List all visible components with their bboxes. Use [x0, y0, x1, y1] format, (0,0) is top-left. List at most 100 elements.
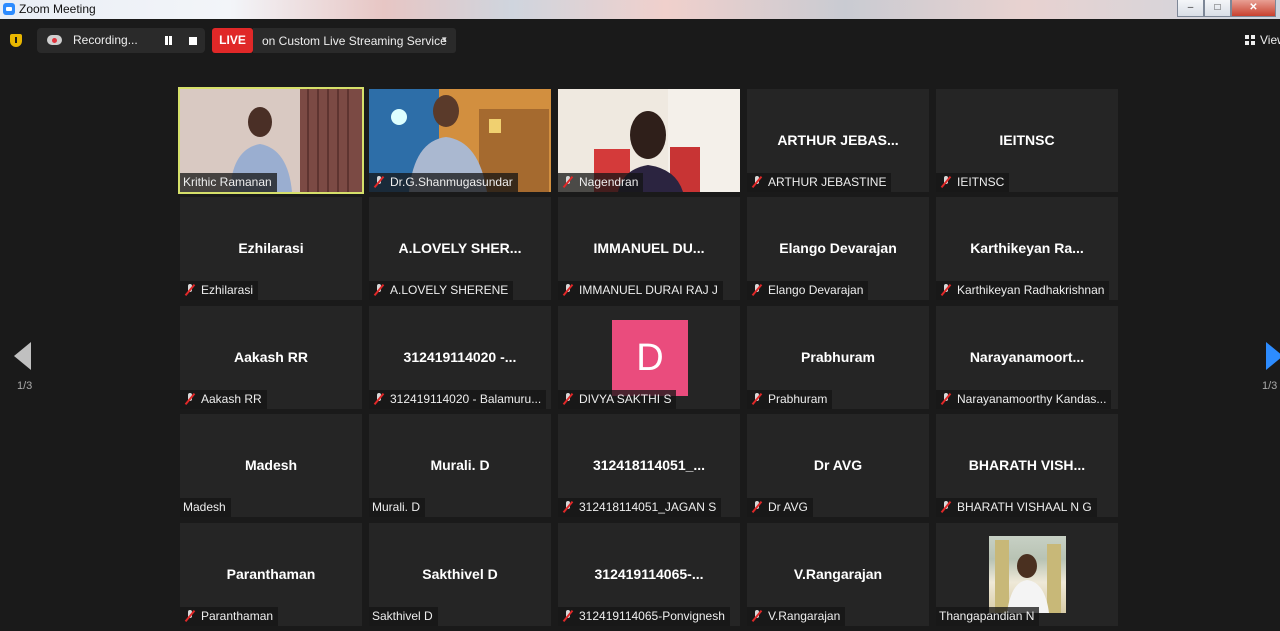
participant-tile[interactable]: Dr AVG Dr AVG — [747, 414, 929, 517]
chevron-right-icon[interactable] — [1266, 342, 1280, 370]
participant-tile[interactable]: Narayanamoort... Narayanamoorthy Kandas..… — [936, 306, 1118, 409]
participant-tile[interactable]: Thangapandian N — [936, 523, 1118, 626]
mic-muted-icon — [752, 610, 762, 622]
mic-muted-icon — [185, 284, 195, 296]
participant-tile[interactable]: Krithic Ramanan — [178, 87, 364, 194]
participant-tile[interactable]: IMMANUEL DU... IMMANUEL DURAI RAJ J — [558, 197, 740, 300]
participant-name: Dr AVG — [768, 500, 808, 514]
participant-name-label: IEITNSC — [936, 173, 1010, 192]
participant-name-label: 312419114065-Ponvignesh — [558, 607, 730, 626]
participant-tile[interactable]: Sakthivel D Sakthivel D — [369, 523, 551, 626]
participant-name: Nagendran — [579, 175, 639, 189]
participant-name: Sakthivel D — [372, 609, 433, 623]
participant-tile[interactable]: A.LOVELY SHER... A.LOVELY SHERENE — [369, 197, 551, 300]
participant-name: Dr.G.Shanmugasundar — [390, 175, 513, 189]
mic-muted-icon — [563, 284, 573, 296]
participant-name-label: Prabhuram — [747, 390, 833, 409]
cloud-record-icon — [47, 35, 62, 45]
participant-display-name: Sakthivel D — [422, 566, 498, 582]
participant-display-name: Murali. D — [430, 457, 490, 473]
participant-display-name: Madesh — [244, 457, 298, 473]
participant-name: Thangapandian N — [939, 609, 1035, 623]
participant-name-label: ARTHUR JEBASTINE — [747, 173, 892, 192]
participant-tile[interactable]: V.Rangarajan V.Rangarajan — [747, 523, 929, 626]
mic-muted-icon — [941, 284, 951, 296]
participant-name-label: DIVYA SAKTHI S — [558, 390, 677, 409]
live-stream-dropdown[interactable]: on Custom Live Streaming Service ▾ — [253, 28, 456, 53]
participant-name: Aakash RR — [201, 392, 262, 406]
participant-tile[interactable]: Prabhuram Prabhuram — [747, 306, 929, 409]
mic-muted-icon — [563, 176, 573, 188]
participant-tile[interactable]: Madesh Madesh — [180, 414, 362, 517]
pause-icon[interactable] — [164, 36, 173, 45]
participant-name: Murali. D — [372, 500, 421, 514]
participant-tile[interactable]: Dr.G.Shanmugasundar — [369, 89, 551, 192]
participant-name: IEITNSC — [957, 175, 1005, 189]
avatar: D — [612, 320, 688, 396]
mic-muted-icon — [941, 501, 951, 513]
participant-name: Prabhuram — [768, 392, 828, 406]
mic-muted-icon — [374, 284, 384, 296]
participant-display-name: Narayanamoort... — [969, 349, 1085, 365]
window-title: Zoom Meeting — [19, 2, 96, 16]
participant-tile[interactable]: Elango Devarajan Elango Devarajan — [747, 197, 929, 300]
mic-muted-icon — [752, 501, 762, 513]
chevron-left-icon[interactable] — [14, 342, 31, 370]
participant-name: Krithic Ramanan — [183, 175, 272, 189]
participant-tile[interactable]: D DIVYA SAKTHI S — [558, 306, 740, 409]
participant-tile[interactable]: 312419114020 -... 312419114020 - Balamuru… — [369, 306, 551, 409]
shield-icon[interactable] — [10, 34, 22, 47]
participant-tile[interactable]: Paranthaman Paranthaman — [180, 523, 362, 626]
participant-name: A.LOVELY SHERENE — [390, 283, 509, 297]
participant-tile[interactable]: ARTHUR JEBAS... ARTHUR JEBASTINE — [747, 89, 929, 192]
mic-muted-icon — [752, 284, 762, 296]
mic-muted-icon — [752, 176, 762, 188]
participant-name-label: Dr.G.Shanmugasundar — [369, 173, 518, 192]
participant-tile[interactable]: Ezhilarasi Ezhilarasi — [180, 197, 362, 300]
maximize-button[interactable]: □ — [1204, 0, 1231, 17]
view-label: View — [1260, 33, 1280, 47]
window-controls: – □ ✕ — [1177, 0, 1276, 17]
page-indicator-right: 1/3 — [1262, 380, 1278, 392]
participant-name-label: BHARATH VISHAAL N G — [936, 498, 1097, 517]
participant-name-label: Ezhilarasi — [180, 281, 259, 300]
participant-display-name: ARTHUR JEBAS... — [777, 132, 899, 148]
participant-display-name: Prabhuram — [801, 349, 875, 365]
participant-name-label: 312418114051_JAGAN S — [558, 498, 722, 517]
participant-name: V.Rangarajan — [768, 609, 841, 623]
minimize-button[interactable]: – — [1177, 0, 1204, 17]
live-service-label: on Custom Live Streaming Service — [262, 34, 447, 48]
participant-display-name: 312419114065-... — [594, 566, 704, 582]
participant-name-label: Paranthaman — [180, 607, 279, 626]
participant-tile[interactable]: Karthikeyan Ra... Karthikeyan Radhakrishn… — [936, 197, 1118, 300]
participant-name: IMMANUEL DURAI RAJ J — [579, 283, 718, 297]
participant-name: BHARATH VISHAAL N G — [957, 500, 1092, 514]
title-bar: Zoom Meeting – □ ✕ — [0, 0, 1280, 19]
participant-tile[interactable]: Aakash RR Aakash RR — [180, 306, 362, 409]
close-button[interactable]: ✕ — [1231, 0, 1276, 17]
participant-display-name: IEITNSC — [999, 132, 1055, 148]
participant-tile[interactable]: 312419114065-... 312419114065-Ponvignesh — [558, 523, 740, 626]
participant-name-label: Aakash RR — [180, 390, 267, 409]
mic-muted-icon — [752, 393, 762, 405]
participant-tile[interactable]: BHARATH VISH... BHARATH VISHAAL N G — [936, 414, 1118, 517]
view-button[interactable]: View — [1245, 33, 1280, 47]
stop-icon[interactable] — [189, 37, 197, 45]
participant-name-label: A.LOVELY SHERENE — [369, 281, 514, 300]
participant-display-name: Ezhilarasi — [238, 240, 304, 256]
participant-display-name: IMMANUEL DU... — [593, 240, 705, 256]
participant-display-name: Dr AVG — [813, 457, 863, 473]
participant-name: ARTHUR JEBASTINE — [768, 175, 887, 189]
participant-tile[interactable]: IEITNSC IEITNSC — [936, 89, 1118, 192]
participant-display-name: Paranthaman — [226, 566, 316, 582]
mic-muted-icon — [374, 176, 384, 188]
participant-tile[interactable]: 312418114051_... 312418114051_JAGAN S — [558, 414, 740, 517]
participant-tile[interactable]: Nagendran — [558, 89, 740, 192]
mic-muted-icon — [185, 393, 195, 405]
participant-name: Narayanamoorthy Kandas... — [957, 392, 1107, 406]
mic-muted-icon — [374, 393, 384, 405]
participant-tile[interactable]: Murali. D Murali. D — [369, 414, 551, 517]
live-badge: LIVE — [212, 28, 253, 53]
participant-name: Elango Devarajan — [768, 283, 864, 297]
page-indicator-left: 1/3 — [17, 380, 33, 392]
